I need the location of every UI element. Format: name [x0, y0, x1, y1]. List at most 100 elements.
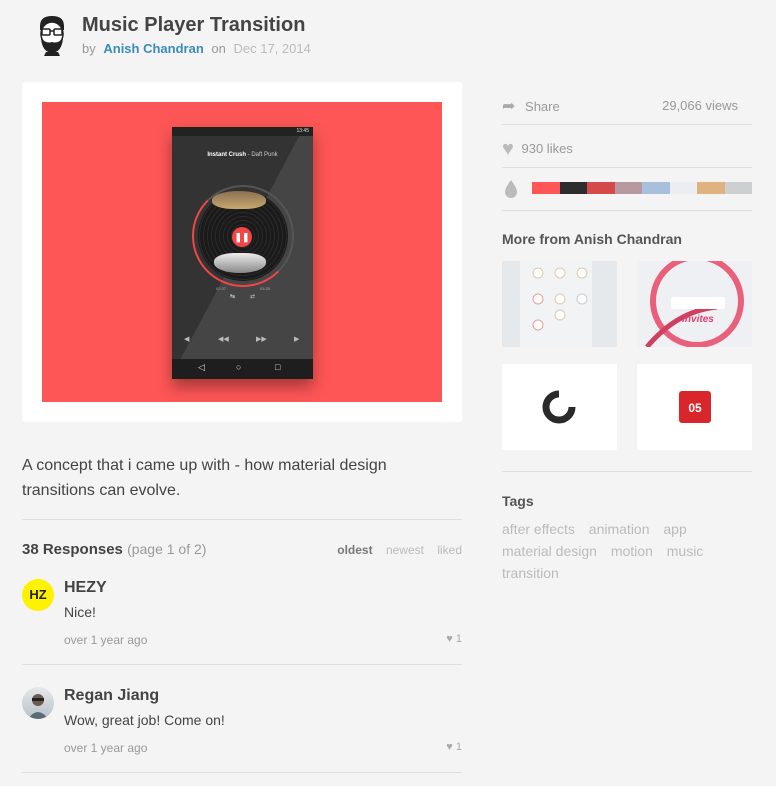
tag-link[interactable]: after effects	[502, 521, 575, 537]
tags-title: Tags	[502, 493, 534, 509]
color-palette	[532, 182, 752, 194]
pause-icon: ❚❚	[232, 227, 252, 247]
helmet-gold	[212, 191, 266, 209]
color-swatch[interactable]	[559, 182, 587, 194]
divider	[22, 772, 462, 773]
divider	[502, 167, 752, 168]
forward-icon: ▶▶	[256, 336, 267, 343]
phone-mockup: 13:45 Instant Crush - Daft Punk ❚❚ 02:37…	[172, 127, 313, 379]
color-swatch[interactable]	[697, 182, 725, 194]
color-swatch[interactable]	[669, 182, 697, 194]
back-icon: ◁	[198, 362, 205, 372]
phone-status-bar: 13:45	[172, 127, 313, 136]
time-total: 03:35	[260, 286, 271, 291]
avatar-initials: HZ	[22, 579, 54, 611]
tag-link[interactable]: animation	[589, 521, 650, 537]
likes-count: 930 likes	[521, 141, 573, 156]
person-avatar-icon	[28, 694, 48, 719]
time-elapsed: 02:37	[216, 286, 227, 291]
likes-row[interactable]: ♥ 930 likes	[502, 138, 752, 161]
commenter-name[interactable]: Regan Jiang	[64, 687, 159, 705]
share-label: Share	[525, 99, 560, 114]
tag-link[interactable]: app	[663, 521, 686, 537]
commenter-avatar[interactable]: HZ	[22, 579, 54, 611]
comment-text: Wow, great job! Come on!	[64, 712, 225, 728]
shot-header: Music Player Transition by Anish Chandra…	[22, 10, 762, 70]
invites-thumbnail: invites	[637, 261, 752, 347]
divider	[22, 664, 462, 665]
author-avatar[interactable]	[30, 12, 74, 56]
commenter-name[interactable]: HEZY	[64, 579, 107, 597]
author-link[interactable]: Anish Chandran	[103, 41, 203, 56]
home-icon: ○	[236, 362, 242, 372]
tag-link[interactable]: motion	[611, 543, 653, 559]
color-swatch[interactable]	[532, 182, 560, 194]
color-swatch[interactable]	[642, 182, 670, 194]
rewind-icon: ◀◀	[218, 336, 229, 343]
spinner-thumbnail	[502, 364, 617, 450]
comment-like-count: 1	[455, 741, 462, 753]
comment-time[interactable]: over 1 year ago	[64, 741, 147, 755]
icons-grid-thumbnail	[502, 261, 617, 347]
sort-liked[interactable]: liked	[437, 543, 462, 557]
bearded-man-avatar-icon	[40, 16, 64, 56]
tag-link[interactable]: transition	[502, 565, 559, 581]
repeat-icon: ↹	[230, 294, 236, 300]
more-shot-thumb[interactable]: invites	[637, 261, 752, 347]
responses-count: 38 Responses	[22, 541, 123, 558]
color-swatch[interactable]	[614, 182, 642, 194]
avatar-photo	[22, 687, 54, 719]
shot-card: 13:45 Instant Crush - Daft Punk ❚❚ 02:37…	[22, 82, 462, 422]
divider	[22, 519, 462, 520]
recents-icon: □	[275, 362, 281, 372]
heart-icon: ♥	[446, 741, 453, 753]
divider	[502, 210, 752, 211]
by-label: by	[82, 41, 96, 56]
color-swatch[interactable]	[724, 182, 752, 194]
badge-number: 05	[688, 401, 702, 415]
comment-like-button[interactable]: ♥ 1	[446, 741, 462, 753]
phone-clock: 13:45	[296, 128, 309, 134]
more-shot-thumb[interactable]	[502, 261, 617, 347]
post-date: Dec 17, 2014	[233, 41, 311, 56]
share-button[interactable]: ➦ Share	[502, 98, 560, 115]
phone-nav-bar: ◁ ○ □	[172, 359, 313, 379]
comment-text: Nice!	[64, 604, 96, 620]
share-arrow-icon: ➦	[502, 98, 516, 115]
tag-link[interactable]: music	[667, 543, 704, 559]
shot-description: A concept that i came up with - how mate…	[22, 457, 387, 499]
comment-item: Regan Jiang Wow, great job! Come on! ove…	[22, 687, 462, 777]
comment-like-button[interactable]: ♥ 1	[446, 633, 462, 645]
divider	[502, 471, 752, 472]
comment-item: HZ HEZY Nice! over 1 year ago ♥ 1	[22, 579, 462, 669]
track-artist: Daft Punk	[251, 152, 278, 158]
sort-oldest[interactable]: oldest	[337, 543, 372, 557]
commenter-avatar[interactable]	[22, 687, 54, 719]
page-title: Music Player Transition	[82, 14, 306, 36]
responses-header: 38 Responses (page 1 of 2) oldest newest…	[22, 541, 462, 558]
color-drop-icon	[505, 180, 517, 198]
more-from-title: More from Anish Chandran	[502, 231, 682, 247]
shot-image[interactable]: 13:45 Instant Crush - Daft Punk ❚❚ 02:37…	[42, 102, 442, 402]
tag-link[interactable]: material design	[502, 543, 597, 559]
responses-page: (page 1 of 2)	[127, 541, 207, 557]
heart-icon: ♥	[502, 138, 514, 160]
track-info: Instant Crush - Daft Punk	[172, 152, 313, 158]
more-shot-thumb[interactable]: 05	[637, 364, 752, 450]
comment-time[interactable]: over 1 year ago	[64, 633, 147, 647]
invites-text: invites	[682, 314, 714, 325]
views-count: 29,066 views	[662, 98, 738, 113]
responses-sort: oldest newest liked	[327, 543, 462, 557]
next-icon: ▶	[294, 336, 300, 343]
on-label: on	[211, 41, 226, 56]
color-swatch[interactable]	[587, 182, 615, 194]
comment-like-count: 1	[455, 633, 462, 645]
more-shot-thumb[interactable]	[502, 364, 617, 450]
sort-newest[interactable]: newest	[386, 543, 424, 557]
calendar-badge-thumbnail: 05	[637, 364, 752, 450]
prev-icon: ◀	[184, 336, 190, 343]
heart-icon: ♥	[446, 633, 453, 645]
divider	[502, 124, 752, 125]
shuffle-icon: ⇄	[250, 294, 256, 300]
tags-list: after effects animation app material des…	[502, 518, 752, 584]
